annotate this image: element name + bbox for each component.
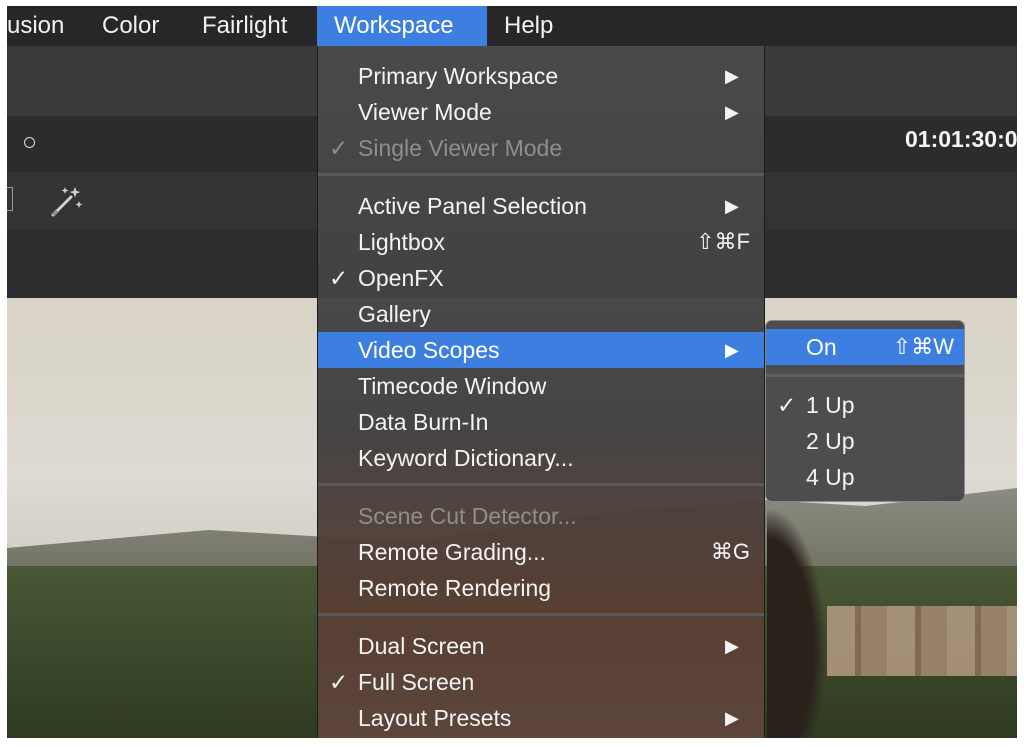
- magic-wand-icon[interactable]: [45, 182, 85, 222]
- menu-fairlight[interactable]: Fairlight: [202, 6, 312, 46]
- shortcut-label: ⇧⌘W: [892, 334, 954, 359]
- menu-color[interactable]: Color: [102, 6, 182, 46]
- submenu-arrow-icon: ▶: [725, 708, 739, 728]
- menu-item-video-scopes[interactable]: Video Scopes ▶: [318, 332, 764, 368]
- submenu-arrow-icon: ▶: [725, 102, 739, 122]
- menu-item-gallery[interactable]: Gallery: [318, 296, 764, 332]
- submenu-arrow-icon: ▶: [725, 340, 739, 360]
- video-image-subject: [767, 506, 827, 738]
- timecode-display: 01:01:30:0: [905, 126, 1017, 152]
- menu-separator: [318, 173, 764, 176]
- submenu-item-on[interactable]: On ⇧⌘W: [766, 329, 964, 365]
- indicator-dot-icon: [24, 137, 35, 148]
- checkmark-icon: ✓: [329, 265, 349, 291]
- menu-item-single-viewer-mode: ✓ Single Viewer Mode: [318, 130, 764, 166]
- video-scopes-submenu: On ⇧⌘W ✓ 1 Up 2 Up 4 Up: [765, 320, 965, 502]
- submenu-arrow-icon: ▶: [725, 66, 739, 86]
- workspace-menu: Primary Workspace ▶ Viewer Mode ▶ ✓ Sing…: [317, 46, 765, 738]
- submenu-arrow-icon: ▶: [725, 196, 739, 216]
- menu-bar: usion Color Fairlight Workspace Help: [7, 6, 1017, 46]
- submenu-item-1-up[interactable]: ✓ 1 Up: [766, 387, 964, 423]
- menu-separator: [318, 483, 764, 486]
- menu-item-layout-presets[interactable]: Layout Presets ▶: [318, 700, 764, 736]
- submenu-item-2-up[interactable]: 2 Up: [766, 423, 964, 459]
- menu-item-scene-cut-detector: Scene Cut Detector...: [358, 503, 577, 529]
- submenu-item-4-up[interactable]: 4 Up: [766, 459, 964, 495]
- menu-item-timecode-window[interactable]: Timecode Window: [318, 368, 764, 404]
- menu-separator: [318, 613, 764, 616]
- menu-item-active-panel-selection[interactable]: Active Panel Selection ▶: [318, 188, 764, 224]
- menu-item-remote-grading[interactable]: Remote Grading... ⌘G: [318, 534, 764, 570]
- menu-item-data-burn-in[interactable]: Data Burn-In: [318, 404, 764, 440]
- shortcut-label: ⌘G: [710, 539, 750, 564]
- menu-item-openfx[interactable]: ✓ OpenFX: [318, 260, 764, 296]
- menu-workspace[interactable]: Workspace: [317, 6, 487, 46]
- submenu-arrow-icon: ▶: [725, 636, 739, 656]
- checkmark-icon: ✓: [329, 135, 349, 161]
- menu-item-dual-screen[interactable]: Dual Screen ▶: [318, 628, 764, 664]
- menu-item-viewer-mode[interactable]: Viewer Mode ▶: [318, 94, 764, 130]
- panel-toggle-icon[interactable]: [7, 187, 13, 211]
- menu-item-primary-workspace[interactable]: Primary Workspace ▶: [318, 58, 764, 94]
- menu-help[interactable]: Help: [504, 6, 584, 46]
- menu-item-full-screen[interactable]: ✓ Full Screen: [318, 664, 764, 700]
- checkmark-icon: ✓: [329, 669, 349, 695]
- menu-separator: [766, 374, 964, 377]
- shortcut-label: ⇧⌘F: [696, 229, 750, 254]
- app-window: usion Color Fairlight Workspace Help 01:…: [7, 6, 1017, 738]
- menu-item-keyword-dictionary[interactable]: Keyword Dictionary...: [318, 440, 764, 476]
- menu-fusion[interactable]: usion: [7, 6, 77, 46]
- video-image-houses: [827, 606, 1017, 676]
- checkmark-icon: ✓: [777, 392, 797, 418]
- menu-item-lightbox[interactable]: Lightbox ⇧⌘F: [318, 224, 764, 260]
- menu-item-remote-rendering[interactable]: Remote Rendering: [318, 570, 764, 606]
